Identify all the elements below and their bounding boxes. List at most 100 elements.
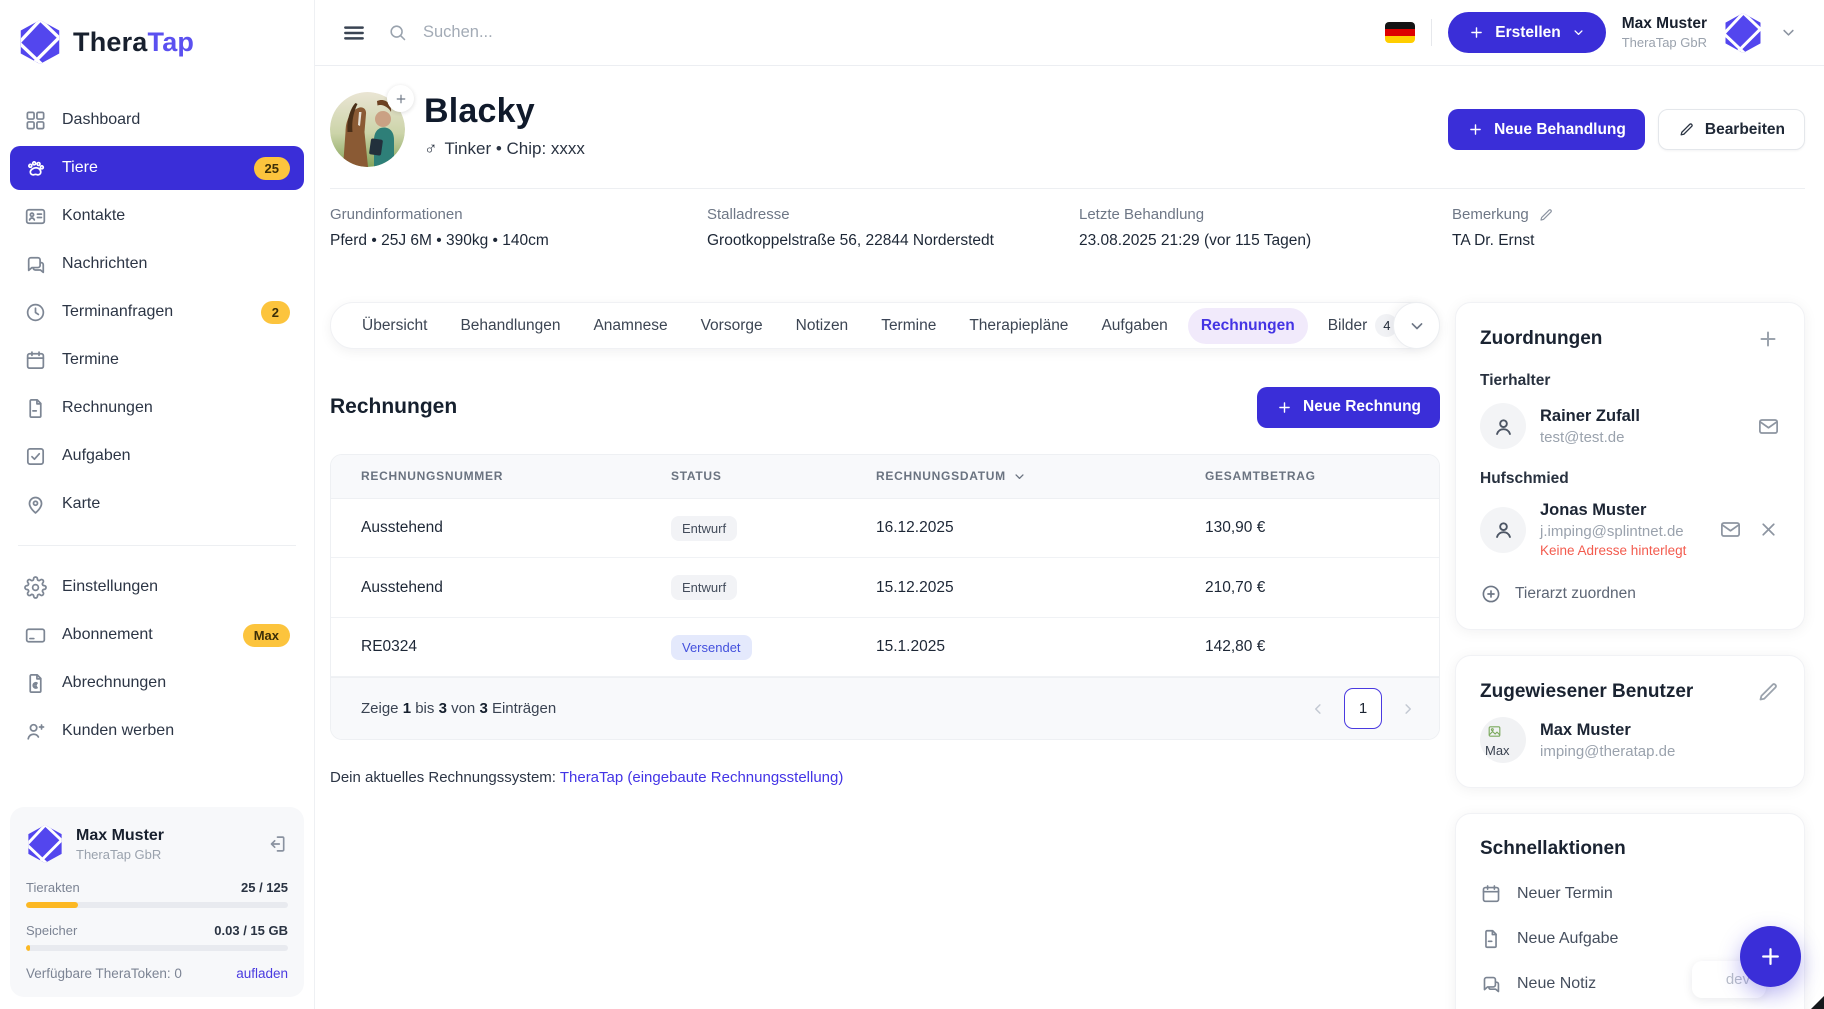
account-name: Max Muster	[76, 827, 164, 845]
tab-anamnese[interactable]: Anamnese	[580, 308, 680, 344]
quick-action-new-task[interactable]: Neue Aufgabe	[1480, 928, 1780, 950]
grid-icon	[24, 109, 47, 132]
topbar-user-org: TheraTap GbR	[1622, 35, 1707, 51]
tab-termine[interactable]: Termine	[868, 308, 949, 344]
table-footer: Zeige 1 bis 3 von 3 Einträgen 1	[331, 677, 1439, 739]
tab-notizen[interactable]: Notizen	[783, 308, 862, 344]
sidebar-item-label: Termine	[62, 351, 119, 369]
sidebar-item-abrechnungen[interactable]: Abrechnungen	[10, 661, 304, 705]
page-content: Blacky ♂ Tinker • Chip: xxxx Neue Behand…	[315, 66, 1824, 1009]
paw-icon	[24, 157, 47, 180]
sidebar-item-rechnungen[interactable]: Rechnungen	[10, 386, 304, 430]
invoice-number: Ausstehend	[361, 579, 671, 597]
brand-logo[interactable]: TheraTap	[10, 14, 304, 66]
quick-action-new-appointment[interactable]: Neuer Termin	[1480, 883, 1780, 905]
prev-page-button[interactable]	[1301, 690, 1335, 728]
sidebar-item-label: Dashboard	[62, 111, 140, 129]
col-rechnungsnummer: RECHNUNGSNUMMER	[361, 469, 671, 483]
sidebar-item-aufgaben[interactable]: Aufgaben	[10, 434, 304, 478]
patient-name: Blacky	[424, 92, 585, 131]
plus-icon	[1757, 943, 1784, 970]
chevron-down-icon	[1571, 25, 1586, 40]
assignments-title: Zuordnungen	[1480, 328, 1602, 350]
add-assignment-icon[interactable]	[1756, 327, 1780, 351]
sidebar-item-kunden-werben[interactable]: Kunden werben	[10, 709, 304, 753]
patient-subtitle: Tinker • Chip: xxxx	[445, 139, 585, 159]
floating-add-button[interactable]	[1740, 926, 1801, 987]
tab-behandlungen[interactable]: Behandlungen	[447, 308, 573, 344]
edit-assigned-user-icon[interactable]	[1756, 680, 1780, 704]
sidebar-item-terminanfragen[interactable]: Terminanfragen 2	[10, 290, 304, 334]
assigned-user-email: imping@theratap.de	[1540, 743, 1675, 760]
chevron-down-icon	[1407, 316, 1427, 336]
language-flag-german[interactable]	[1385, 22, 1415, 43]
sidebar-item-label: Abrechnungen	[62, 674, 166, 692]
topbar-divider	[1431, 19, 1432, 46]
add-photo-button[interactable]	[387, 85, 414, 112]
topbar: Erstellen Max Muster TheraTap GbR	[315, 0, 1824, 66]
role-tierhalter: Tierhalter	[1480, 372, 1780, 390]
table-row[interactable]: Ausstehend Entwurf 15.12.2025 210,70 €	[331, 558, 1439, 618]
user-plus-icon	[24, 720, 47, 743]
sidebar-item-nachrichten[interactable]: Nachrichten	[10, 242, 304, 286]
sidebar-item-termine[interactable]: Termine	[10, 338, 304, 382]
contact-avatar	[1480, 507, 1526, 553]
invoice-amount: 210,70 €	[1205, 579, 1439, 597]
contact-name: Jonas Muster	[1540, 501, 1686, 520]
table-row[interactable]: Ausstehend Entwurf 16.12.2025 130,90 €	[331, 499, 1439, 559]
tab-rechnungen[interactable]: Rechnungen	[1188, 308, 1308, 344]
speicher-label: Speicher	[26, 923, 77, 938]
search-input[interactable]	[421, 22, 841, 43]
next-page-button[interactable]	[1391, 690, 1425, 728]
logout-icon[interactable]	[266, 833, 288, 855]
tab-uebersicht[interactable]: Übersicht	[349, 308, 440, 344]
pagination: 1	[1301, 688, 1425, 729]
col-rechnungsdatum[interactable]: RECHNUNGSDATUM	[876, 469, 1205, 484]
user-menu-chevron-icon[interactable]	[1779, 23, 1798, 42]
hamburger-menu-icon[interactable]	[341, 20, 367, 46]
main-area: Erstellen Max Muster TheraTap GbR	[315, 0, 1824, 1009]
assignments-card: Zuordnungen Tierhalter Rainer Zufall tes…	[1455, 302, 1805, 630]
sidebar-item-dashboard[interactable]: Dashboard	[10, 98, 304, 142]
invoice-system-link[interactable]: TheraTap (eingebaute Rechnungsstellung)	[560, 769, 844, 786]
assigned-user-card: Zugewiesener Benutzer Max Max Muster imp…	[1455, 655, 1805, 788]
avatar-logo-icon	[1723, 11, 1763, 55]
assigned-user-avatar: Max	[1480, 717, 1526, 763]
global-search	[387, 22, 1365, 43]
info-letzte-behandlung: Letzte Behandlung 23.08.2025 21:29 (vor …	[1079, 206, 1452, 250]
sidebar-nav-secondary: Einstellungen Abonnement Max Abrechnunge…	[10, 565, 304, 753]
tierakten-value: 25 / 125	[241, 880, 288, 895]
topbar-user-info: Max Muster TheraTap GbR	[1622, 15, 1707, 50]
contact-row: Jonas Muster j.imping@splintnet.de Keine…	[1480, 501, 1780, 558]
create-button[interactable]: Erstellen	[1448, 12, 1605, 53]
role-hufschmied: Hufschmied	[1480, 470, 1780, 488]
tabs-overflow-button[interactable]	[1393, 302, 1440, 349]
invoice-number: Ausstehend	[361, 519, 671, 537]
calendar-icon	[24, 349, 47, 372]
tab-vorsorge[interactable]: Vorsorge	[688, 308, 776, 344]
assign-vet-button[interactable]: Tierarzt zuordnen	[1480, 583, 1780, 605]
chevron-right-icon	[1399, 700, 1417, 718]
current-page-indicator[interactable]: 1	[1344, 688, 1382, 729]
sidebar-item-einstellungen[interactable]: Einstellungen	[10, 565, 304, 609]
table-row[interactable]: RE0324 Versendet 15.1.2025 142,80 €	[331, 618, 1439, 678]
sidebar-item-kontakte[interactable]: Kontakte	[10, 194, 304, 238]
mail-icon[interactable]	[1719, 518, 1742, 541]
new-treatment-button[interactable]: Neue Behandlung	[1448, 109, 1645, 150]
new-invoice-button[interactable]: Neue Rechnung	[1257, 387, 1440, 428]
plus-icon	[394, 92, 408, 106]
mail-icon[interactable]	[1757, 415, 1780, 438]
status-badge: Versendet	[671, 635, 752, 660]
sidebar-item-karte[interactable]: Karte	[10, 482, 304, 526]
remove-contact-icon[interactable]	[1757, 518, 1780, 541]
tab-aufgaben[interactable]: Aufgaben	[1088, 308, 1180, 344]
tierakten-label: Tierakten	[26, 880, 80, 895]
tab-therapieplaene[interactable]: Therapiepläne	[956, 308, 1081, 344]
edit-patient-button[interactable]: Bearbeiten	[1658, 109, 1805, 150]
sidebar-item-abonnement[interactable]: Abonnement Max	[10, 613, 304, 657]
edit-note-pencil-icon[interactable]	[1538, 207, 1554, 223]
theratoken-topup-link[interactable]: aufladen	[236, 966, 288, 981]
sidebar-item-tiere[interactable]: Tiere 25	[10, 146, 304, 190]
person-icon	[1491, 414, 1516, 439]
user-avatar[interactable]	[1723, 11, 1763, 55]
